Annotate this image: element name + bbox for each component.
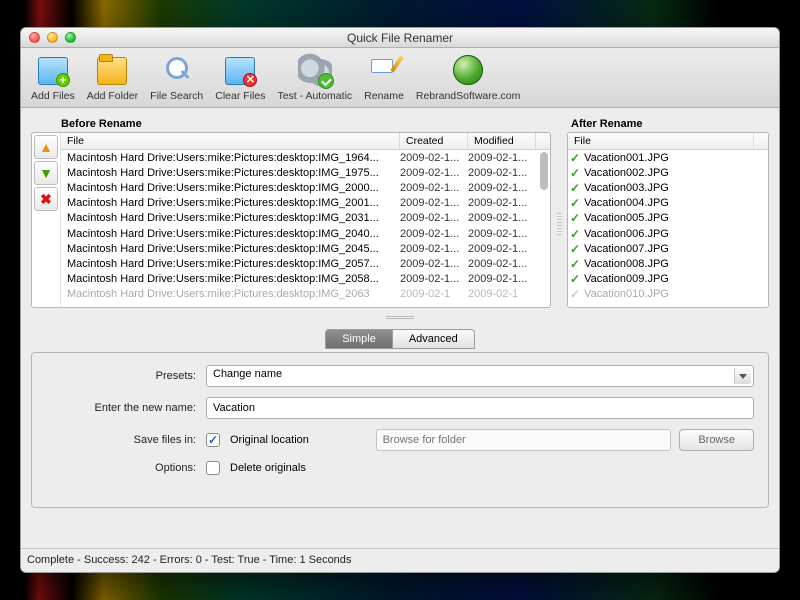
file-search-button[interactable]: File Search: [146, 51, 207, 104]
chevron-down-icon: [739, 374, 747, 379]
new-name-label: Enter the new name:: [46, 402, 196, 414]
check-icon: ✓: [570, 196, 580, 210]
delete-originals-text: Delete originals: [230, 462, 306, 474]
move-up-button[interactable]: ▲: [34, 135, 58, 159]
status-bar: Complete - Success: 242 - Errors: 0 - Te…: [21, 548, 779, 572]
rename-label: Rename: [364, 90, 404, 102]
check-icon: ✓: [570, 287, 580, 301]
file-search-icon: [160, 53, 194, 87]
check-icon: ✓: [570, 151, 580, 165]
table-row[interactable]: Macintosh Hard Drive:Users:mike:Pictures…: [61, 165, 550, 180]
table-row[interactable]: Macintosh Hard Drive:Users:mike:Pictures…: [61, 272, 550, 287]
browse-folder-input[interactable]: [376, 429, 672, 451]
after-col-file[interactable]: File: [568, 133, 754, 149]
check-icon: ✓: [570, 272, 580, 286]
list-item[interactable]: ✓Vacation007.JPG: [568, 241, 768, 256]
clear-files-button[interactable]: ✕ Clear Files: [211, 51, 269, 104]
browse-button[interactable]: Browse: [679, 429, 754, 451]
list-item[interactable]: ✓Vacation004.JPG: [568, 196, 768, 211]
list-item[interactable]: ✓Vacation003.JPG: [568, 180, 768, 195]
table-row[interactable]: Macintosh Hard Drive:Users:mike:Pictures…: [61, 287, 550, 302]
tab-simple[interactable]: Simple: [325, 329, 393, 349]
list-item[interactable]: ✓Vacation006.JPG: [568, 226, 768, 241]
mode-tabs: Simple Advanced: [31, 329, 769, 349]
clear-files-icon: ✕: [223, 53, 257, 87]
col-created[interactable]: Created: [400, 133, 468, 149]
list-item[interactable]: ✓Vacation008.JPG: [568, 256, 768, 271]
add-files-label: Add Files: [31, 90, 75, 102]
table-row[interactable]: Macintosh Hard Drive:Users:mike:Pictures…: [61, 150, 550, 165]
toolbar: + Add Files Add Folder File Search ✕ Cle…: [21, 48, 779, 108]
list-item[interactable]: ✓Vacation010.JPG: [568, 287, 768, 302]
before-table-header: File Created Modified: [61, 133, 550, 150]
list-item[interactable]: ✓Vacation005.JPG: [568, 211, 768, 226]
add-folder-button[interactable]: Add Folder: [83, 51, 142, 104]
after-rename-pane: File ✓Vacation001.JPG✓Vacation002.JPG✓Va…: [567, 132, 769, 308]
pane-splitter[interactable]: [555, 116, 563, 308]
check-icon: ✓: [570, 181, 580, 195]
remove-row-button[interactable]: ✖: [34, 187, 58, 211]
original-location-checkbox[interactable]: Original location: [206, 433, 309, 447]
after-table-body[interactable]: ✓Vacation001.JPG✓Vacation002.JPG✓Vacatio…: [568, 150, 768, 307]
options-label: Options:: [46, 462, 196, 474]
add-folder-label: Add Folder: [87, 90, 138, 102]
app-window: Quick File Renamer + Add Files Add Folde…: [20, 27, 780, 573]
col-scroll-pad: [536, 133, 550, 149]
move-down-button[interactable]: ▼: [34, 161, 58, 185]
rebrand-link-label: RebrandSoftware.com: [416, 90, 520, 102]
rebrand-link-button[interactable]: RebrandSoftware.com: [412, 51, 524, 104]
table-row[interactable]: Macintosh Hard Drive:Users:mike:Pictures…: [61, 256, 550, 271]
list-item[interactable]: ✓Vacation009.JPG: [568, 272, 768, 287]
table-row[interactable]: Macintosh Hard Drive:Users:mike:Pictures…: [61, 241, 550, 256]
col-modified[interactable]: Modified: [468, 133, 536, 149]
titlebar: Quick File Renamer: [21, 28, 779, 48]
add-files-button[interactable]: + Add Files: [27, 51, 79, 104]
list-item[interactable]: ✓Vacation002.JPG: [568, 165, 768, 180]
test-automatic-icon: [298, 53, 332, 87]
test-automatic-label: Test - Automatic: [277, 90, 352, 102]
after-table-header: File: [568, 133, 768, 150]
save-in-label: Save files in:: [46, 434, 196, 446]
check-icon: ✓: [570, 227, 580, 241]
original-location-text: Original location: [230, 434, 309, 446]
file-search-label: File Search: [150, 90, 203, 102]
table-row[interactable]: Macintosh Hard Drive:Users:mike:Pictures…: [61, 180, 550, 195]
before-scrollbar[interactable]: [540, 152, 548, 190]
list-item[interactable]: ✓Vacation001.JPG: [568, 150, 768, 165]
check-icon: ✓: [570, 257, 580, 271]
delete-originals-checkbox[interactable]: Delete originals: [206, 461, 306, 475]
clear-files-label: Clear Files: [215, 90, 265, 102]
add-files-icon: +: [36, 53, 70, 87]
options-form: Presets: Change name Enter the new name:…: [31, 352, 769, 508]
tab-advanced[interactable]: Advanced: [393, 329, 475, 349]
table-row[interactable]: Macintosh Hard Drive:Users:mike:Pictures…: [61, 196, 550, 211]
check-icon: ✓: [570, 211, 580, 225]
test-automatic-button[interactable]: Test - Automatic: [273, 51, 356, 104]
presets-select[interactable]: Change name: [206, 365, 754, 387]
before-table-body[interactable]: Macintosh Hard Drive:Users:mike:Pictures…: [61, 150, 550, 307]
before-rename-pane: ▲ ▼ ✖ File Created Modified Mac: [31, 132, 551, 308]
check-icon: ✓: [570, 242, 580, 256]
new-name-input[interactable]: [206, 397, 754, 419]
rename-button[interactable]: Rename: [360, 51, 408, 104]
col-file[interactable]: File: [61, 133, 400, 149]
table-row[interactable]: Macintosh Hard Drive:Users:mike:Pictures…: [61, 226, 550, 241]
checkbox-checked-icon: [206, 433, 220, 447]
table-row[interactable]: Macintosh Hard Drive:Users:mike:Pictures…: [61, 211, 550, 226]
presets-label: Presets:: [46, 370, 196, 382]
check-icon: ✓: [570, 166, 580, 180]
globe-icon: [453, 55, 483, 85]
horizontal-splitter[interactable]: [31, 312, 769, 322]
before-rename-title: Before Rename: [31, 116, 551, 132]
after-rename-title: After Rename: [567, 116, 769, 132]
window-title: Quick File Renamer: [21, 31, 779, 45]
rename-icon: [367, 53, 401, 87]
presets-value: Change name: [213, 368, 282, 380]
add-folder-icon: [95, 53, 129, 87]
checkbox-unchecked-icon: [206, 461, 220, 475]
